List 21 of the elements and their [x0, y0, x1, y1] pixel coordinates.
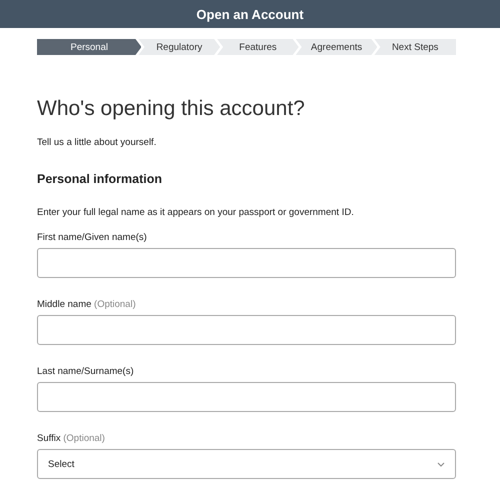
instruction-text: Enter your full legal name as it appears on your passport or government ID. — [37, 207, 355, 218]
select-dropdown[interactable]: Select — [37, 449, 456, 479]
chevron-down-icon — [437, 462, 445, 466]
optional-note: (Optional) — [94, 299, 136, 310]
subheading-text: Tell us a little about yourself. — [37, 137, 158, 148]
page-heading: Who's opening this account? — [37, 97, 306, 121]
field-label: Suffix — [37, 433, 61, 444]
step-tab[interactable]: Next Steps — [374, 39, 456, 55]
optional-note: (Optional) — [63, 433, 105, 444]
field-label: First name/Given name(s) — [37, 232, 147, 243]
step-tab[interactable]: Personal — [37, 39, 142, 55]
input-field[interactable] — [37, 248, 456, 278]
field-label: Last name/Surname(s) — [37, 366, 134, 377]
step-tab[interactable]: Regulatory — [138, 39, 220, 55]
page-title: Open an Account — [196, 6, 304, 22]
field-label: Middle name — [37, 299, 92, 310]
input-field[interactable] — [37, 382, 456, 412]
step-tab[interactable]: Agreements — [296, 39, 378, 55]
step-tab[interactable]: Features — [217, 39, 299, 55]
input-field[interactable] — [37, 315, 456, 345]
section-title: Personal information — [37, 172, 164, 186]
